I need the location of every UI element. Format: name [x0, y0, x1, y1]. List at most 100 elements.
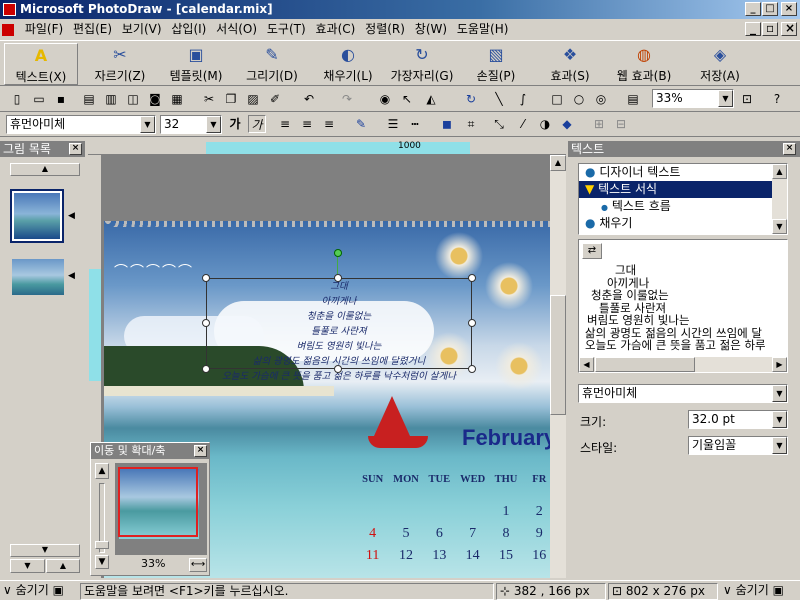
- panel-size-combo[interactable]: 32.0 pt ▼: [688, 410, 788, 429]
- rectangle-icon[interactable]: □: [548, 90, 566, 108]
- minimize-button[interactable]: _: [745, 2, 761, 16]
- menu-help[interactable]: 도움말(H): [454, 19, 512, 39]
- resize-handle[interactable]: [468, 274, 476, 282]
- rotate-handle[interactable]: [334, 249, 342, 257]
- menu-view[interactable]: 보기(V): [119, 19, 165, 39]
- navigator-preview[interactable]: [115, 463, 207, 555]
- zoom-in-icon[interactable]: ▲: [95, 463, 109, 479]
- visual-open-icon[interactable]: ▦: [168, 90, 186, 108]
- vertical-scrollbar[interactable]: ▲: [550, 155, 566, 578]
- navigator-view-rect[interactable]: [118, 467, 198, 537]
- color-balance-icon[interactable]: ◑: [536, 115, 554, 133]
- align-left-icon[interactable]: ≡: [276, 115, 294, 133]
- globe-icon[interactable]: ◉: [376, 90, 394, 108]
- template-tool-button[interactable]: ▣ 템플릿(M): [160, 43, 232, 85]
- resize-handle[interactable]: [202, 319, 210, 327]
- list-scroll-down[interactable]: ▼: [772, 219, 787, 234]
- scroll-thumb[interactable]: [550, 295, 566, 415]
- menu-tools[interactable]: 도구(T): [264, 19, 309, 39]
- fill-bucket-icon[interactable]: ◭: [422, 90, 440, 108]
- resize-handle[interactable]: [468, 319, 476, 327]
- thumbnail-2[interactable]: [12, 259, 64, 295]
- object-color-icon[interactable]: ◆: [558, 115, 576, 133]
- zoom-combo[interactable]: 33% ▼: [652, 89, 734, 108]
- zoom-fit-icon[interactable]: ⊡: [738, 90, 756, 108]
- copy-icon[interactable]: ❐: [222, 90, 240, 108]
- list-item-text-flow[interactable]: ● 텍스트 흐름: [579, 198, 787, 215]
- redo-icon[interactable]: ↷: [338, 90, 356, 108]
- doc-close-button[interactable]: ×: [781, 22, 797, 36]
- curve-icon[interactable]: ∫: [514, 90, 532, 108]
- picture-list-scroll-up[interactable]: ▲: [10, 163, 80, 176]
- new-icon[interactable]: ▯: [8, 90, 26, 108]
- navigator-close-icon[interactable]: ×: [194, 445, 207, 457]
- menu-window[interactable]: 창(W): [412, 19, 450, 39]
- picture-list-close-icon[interactable]: ×: [69, 143, 82, 155]
- panel-size-dropdown-icon[interactable]: ▼: [772, 411, 787, 428]
- picture-list-first[interactable]: ▼: [10, 559, 45, 573]
- menu-insert[interactable]: 삽입(I): [168, 19, 209, 39]
- print-icon[interactable]: ▤: [80, 90, 98, 108]
- hide-left-button[interactable]: ∨ 숨기기 ▣: [0, 583, 78, 600]
- preview-hscrollbar[interactable]: ◀ ▶: [579, 357, 787, 372]
- menu-edit[interactable]: 편집(E): [70, 19, 115, 39]
- shadow-icon[interactable]: ◼: [438, 115, 456, 133]
- maximize-button[interactable]: □: [762, 2, 778, 16]
- preview-toggle-icon[interactable]: ⇄: [582, 243, 602, 259]
- menu-format[interactable]: 서식(O): [213, 19, 260, 39]
- line-icon[interactable]: ╲: [490, 90, 508, 108]
- touchup-tool-button[interactable]: ▧ 손질(P): [460, 43, 532, 85]
- text-color-icon[interactable]: ✎: [352, 115, 370, 133]
- panel-font-dropdown-icon[interactable]: ▼: [772, 385, 787, 402]
- menu-effects[interactable]: 효과(C): [313, 19, 359, 39]
- panel-font-combo[interactable]: 휴먼아미체 ▼: [578, 384, 788, 403]
- doc-restore-button[interactable]: ▫: [762, 22, 778, 36]
- list-item-fill[interactable]: ● 채우기: [579, 215, 787, 232]
- text-panel-close-icon[interactable]: ×: [783, 143, 796, 155]
- list-scroll-up[interactable]: ▲: [772, 164, 787, 179]
- ungroup-icon[interactable]: ⊟: [612, 115, 630, 133]
- undo-icon[interactable]: ↶: [300, 90, 318, 108]
- paste-icon[interactable]: ▨: [244, 90, 262, 108]
- resize-handle[interactable]: [468, 365, 476, 373]
- font-dropdown-icon[interactable]: ▼: [140, 116, 155, 133]
- save-small-icon[interactable]: ▪: [52, 90, 70, 108]
- menu-file[interactable]: 파일(F): [22, 19, 66, 39]
- pointer-icon[interactable]: ↖: [398, 90, 416, 108]
- italic-icon[interactable]: 가: [248, 115, 266, 133]
- font-combo[interactable]: 휴먼아미체 ▼: [6, 115, 156, 134]
- panel-style-dropdown-icon[interactable]: ▼: [772, 437, 787, 454]
- cut-icon[interactable]: ✂: [200, 90, 218, 108]
- list-item-text-format[interactable]: ▼ 텍스트 서식: [579, 181, 787, 198]
- resize-handle[interactable]: [334, 365, 342, 373]
- list-item-designer-text[interactable]: ● 디자이너 텍스트: [579, 164, 787, 181]
- font-size-combo[interactable]: 32 ▼: [160, 115, 222, 134]
- fill-tool-button[interactable]: ◐ 채우기(L): [312, 43, 384, 85]
- text-frame-icon[interactable]: ▤: [624, 90, 642, 108]
- text-preview-box[interactable]: ⇄ 그대 아끼게나 청춘을 이룰없는 틀풀로 사란져 벼림도 영원히 빛나는 삶…: [578, 239, 788, 373]
- zoom-dropdown-icon[interactable]: ▼: [718, 90, 733, 107]
- resize-icon[interactable]: ⤡: [490, 115, 508, 133]
- bold-icon[interactable]: 가: [226, 115, 244, 133]
- print-preview-icon[interactable]: ▥: [102, 90, 120, 108]
- save-tool-button[interactable]: ◈ 저장(A): [684, 43, 756, 85]
- help-icon[interactable]: ?: [768, 90, 786, 108]
- ellipse-icon[interactable]: ○: [570, 90, 588, 108]
- scroll-up-arrow[interactable]: ▲: [550, 155, 566, 171]
- selection-box[interactable]: [206, 278, 472, 369]
- text-tool-button[interactable]: A 텍스트(X): [4, 43, 78, 85]
- doc-minimize-button[interactable]: _: [745, 22, 761, 36]
- crop-small-icon[interactable]: ⌗: [462, 115, 480, 133]
- align-center-icon[interactable]: ≡: [298, 115, 316, 133]
- dash-style-icon[interactable]: ┅: [406, 115, 424, 133]
- preview-scroll-left[interactable]: ◀: [579, 357, 594, 372]
- preview-scroll-right[interactable]: ▶: [772, 357, 787, 372]
- doc-icon[interactable]: [0, 19, 18, 39]
- app-icon[interactable]: [3, 3, 16, 16]
- resize-handle[interactable]: [202, 365, 210, 373]
- format-painter-icon[interactable]: ✐: [266, 90, 284, 108]
- eyedropper-icon[interactable]: ⁄: [514, 115, 532, 133]
- close-button[interactable]: ×: [781, 2, 797, 16]
- edge-tool-button[interactable]: ↻ 가장자리(G): [386, 43, 458, 85]
- open-icon[interactable]: ▭: [30, 90, 48, 108]
